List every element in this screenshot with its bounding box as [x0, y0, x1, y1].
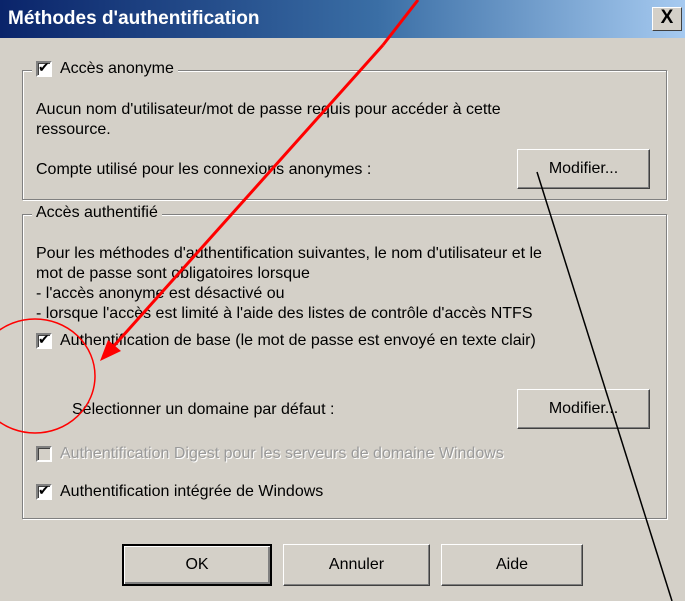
auth-description-line1: Pour les méthodes d'authentification sui… [36, 245, 542, 262]
auth-description-line3: - l'accès anonyme est désactivé ou [36, 285, 285, 302]
anonymous-description-line2: ressource. [36, 121, 111, 138]
title-bar[interactable]: Méthodes d'authentification X [0, 0, 685, 38]
ok-button[interactable]: OK [122, 544, 272, 586]
integrated-auth-checkbox[interactable] [36, 483, 52, 500]
digest-auth-row: Authentification Digest pour les serveur… [36, 444, 504, 463]
close-button[interactable]: X [652, 7, 682, 31]
integrated-auth-label: Authentification intégrée de Windows [60, 483, 324, 500]
basic-auth-row[interactable]: Authentification de base (le mot de pass… [36, 332, 536, 350]
domain-modify-button[interactable]: Modifier... [517, 389, 650, 429]
auth-description-line2: mot de passe sont obligatoires lorsque [36, 265, 310, 282]
anonymous-access-label: Accès anonyme [60, 60, 174, 77]
integrated-auth-row[interactable]: Authentification intégrée de Windows [36, 483, 323, 501]
digest-auth-label: Authentification Digest pour les serveur… [60, 445, 504, 462]
default-domain-label: Sélectionner un domaine par défaut : [72, 401, 335, 418]
authenticated-access-group-label: Accès authentifié [32, 204, 162, 222]
basic-auth-label: Authentification de base (le mot de pass… [60, 332, 536, 349]
auth-description-line4: - lorsque l'accès est limité à l'aide de… [36, 305, 533, 322]
anonymous-account-label: Compte utilisé pour les connexions anony… [36, 161, 372, 178]
anonymous-access-checkbox[interactable] [36, 60, 52, 77]
authentication-methods-dialog: Méthodes d'authentification X Accès anon… [0, 0, 685, 601]
digest-auth-checkbox [36, 445, 52, 462]
window-title: Méthodes d'authentification [8, 8, 260, 29]
anonymous-modify-button[interactable]: Modifier... [517, 149, 650, 189]
basic-auth-checkbox[interactable] [36, 332, 52, 349]
anonymous-description-line1: Aucun nom d'utilisateur/mot de passe req… [36, 101, 501, 118]
anonymous-access-checkbox-row[interactable]: Accès anonyme [32, 60, 178, 78]
cancel-button[interactable]: Annuler [283, 544, 430, 586]
help-button[interactable]: Aide [441, 544, 583, 586]
